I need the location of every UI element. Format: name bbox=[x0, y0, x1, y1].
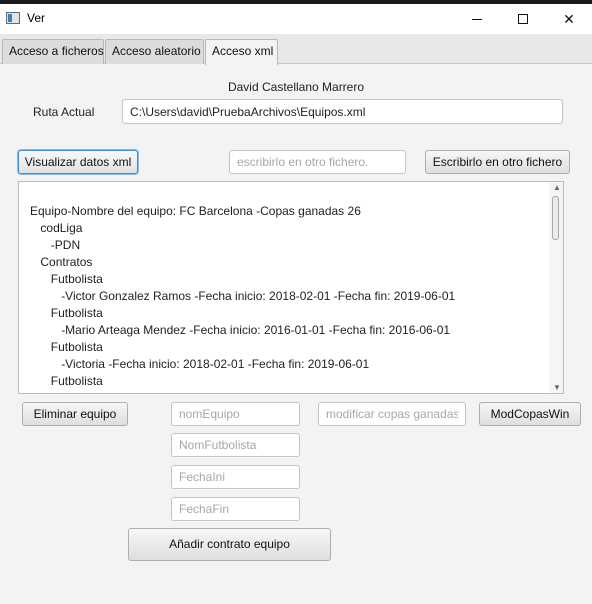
nom-futbolista-input[interactable] bbox=[171, 433, 300, 457]
tab-bar: Acceso a ficheros Acceso aleatorio Acces… bbox=[0, 34, 592, 65]
mod-copas-win-button[interactable]: ModCopasWin bbox=[479, 402, 581, 426]
escribirlo-otro-fichero-button[interactable]: Escribirlo en otro fichero bbox=[425, 150, 570, 174]
window-title: Ver bbox=[27, 11, 46, 25]
scroll-up-icon[interactable]: ▲ bbox=[553, 183, 561, 192]
xml-output-line: Futbolista bbox=[50, 306, 103, 320]
xml-output-line: Futbolista bbox=[50, 374, 103, 388]
modificar-copas-input[interactable] bbox=[318, 402, 466, 426]
xml-output-line: -PDN bbox=[50, 238, 81, 252]
app-icon bbox=[6, 12, 20, 24]
visualizar-datos-xml-button[interactable]: Visualizar datos xml bbox=[18, 150, 138, 174]
fecha-fin-input[interactable] bbox=[171, 497, 300, 521]
eliminar-equipo-button[interactable]: Eliminar equipo bbox=[22, 402, 128, 426]
xml-output-line: -Victor Gonzalez Ramos -Fecha inicio: 20… bbox=[61, 289, 456, 303]
minimize-button[interactable] bbox=[454, 4, 500, 34]
ruta-actual-label: Ruta Actual bbox=[33, 105, 95, 119]
tab-acceso-aleatorio[interactable]: Acceso aleatorio bbox=[105, 39, 204, 64]
xml-output-line: codLiga bbox=[40, 221, 83, 235]
xml-output-line: Equipo-Nombre del equipo: FC Barcelona -… bbox=[30, 204, 361, 218]
close-button[interactable]: ✕ bbox=[546, 4, 592, 34]
xml-output-line: -Victoria -Fecha inicio: 2018-02-01 -Fec… bbox=[61, 357, 370, 371]
maximize-button[interactable] bbox=[500, 4, 546, 34]
scroll-down-icon[interactable]: ▼ bbox=[553, 383, 561, 392]
minimize-icon bbox=[472, 18, 482, 20]
maximize-icon bbox=[518, 14, 528, 24]
author-label: David Castellano Marrero bbox=[227, 80, 365, 94]
xml-output-line: Futbolista bbox=[50, 340, 103, 354]
tab-acceso-ficheros[interactable]: Acceso a ficheros bbox=[2, 39, 104, 64]
xml-output-textarea[interactable]: Equipo-Nombre del equipo: FC Barcelona -… bbox=[18, 181, 564, 394]
vertical-scrollbar[interactable]: ▲ ▼ bbox=[549, 182, 563, 393]
xml-output-line: -Mario Arteaga Mendez -Fecha inicio: 201… bbox=[61, 323, 451, 337]
anadir-contrato-equipo-button[interactable]: Añadir contrato equipo bbox=[128, 528, 331, 561]
xml-output-line: Futbolista bbox=[50, 272, 103, 286]
ruta-actual-field[interactable] bbox=[122, 99, 563, 124]
scrollbar-thumb[interactable] bbox=[552, 196, 559, 240]
xml-output-content: Equipo-Nombre del equipo: FC Barcelona -… bbox=[30, 203, 455, 390]
xml-output-line: Contratos bbox=[40, 255, 93, 269]
title-bar[interactable]: Ver ✕ bbox=[0, 4, 592, 34]
tab-acceso-xml[interactable]: Acceso xml bbox=[205, 39, 278, 65]
close-icon: ✕ bbox=[563, 10, 575, 27]
escribir-fichero-input[interactable] bbox=[229, 150, 406, 174]
fecha-ini-input[interactable] bbox=[171, 465, 300, 489]
nom-equipo-input[interactable] bbox=[171, 402, 300, 426]
